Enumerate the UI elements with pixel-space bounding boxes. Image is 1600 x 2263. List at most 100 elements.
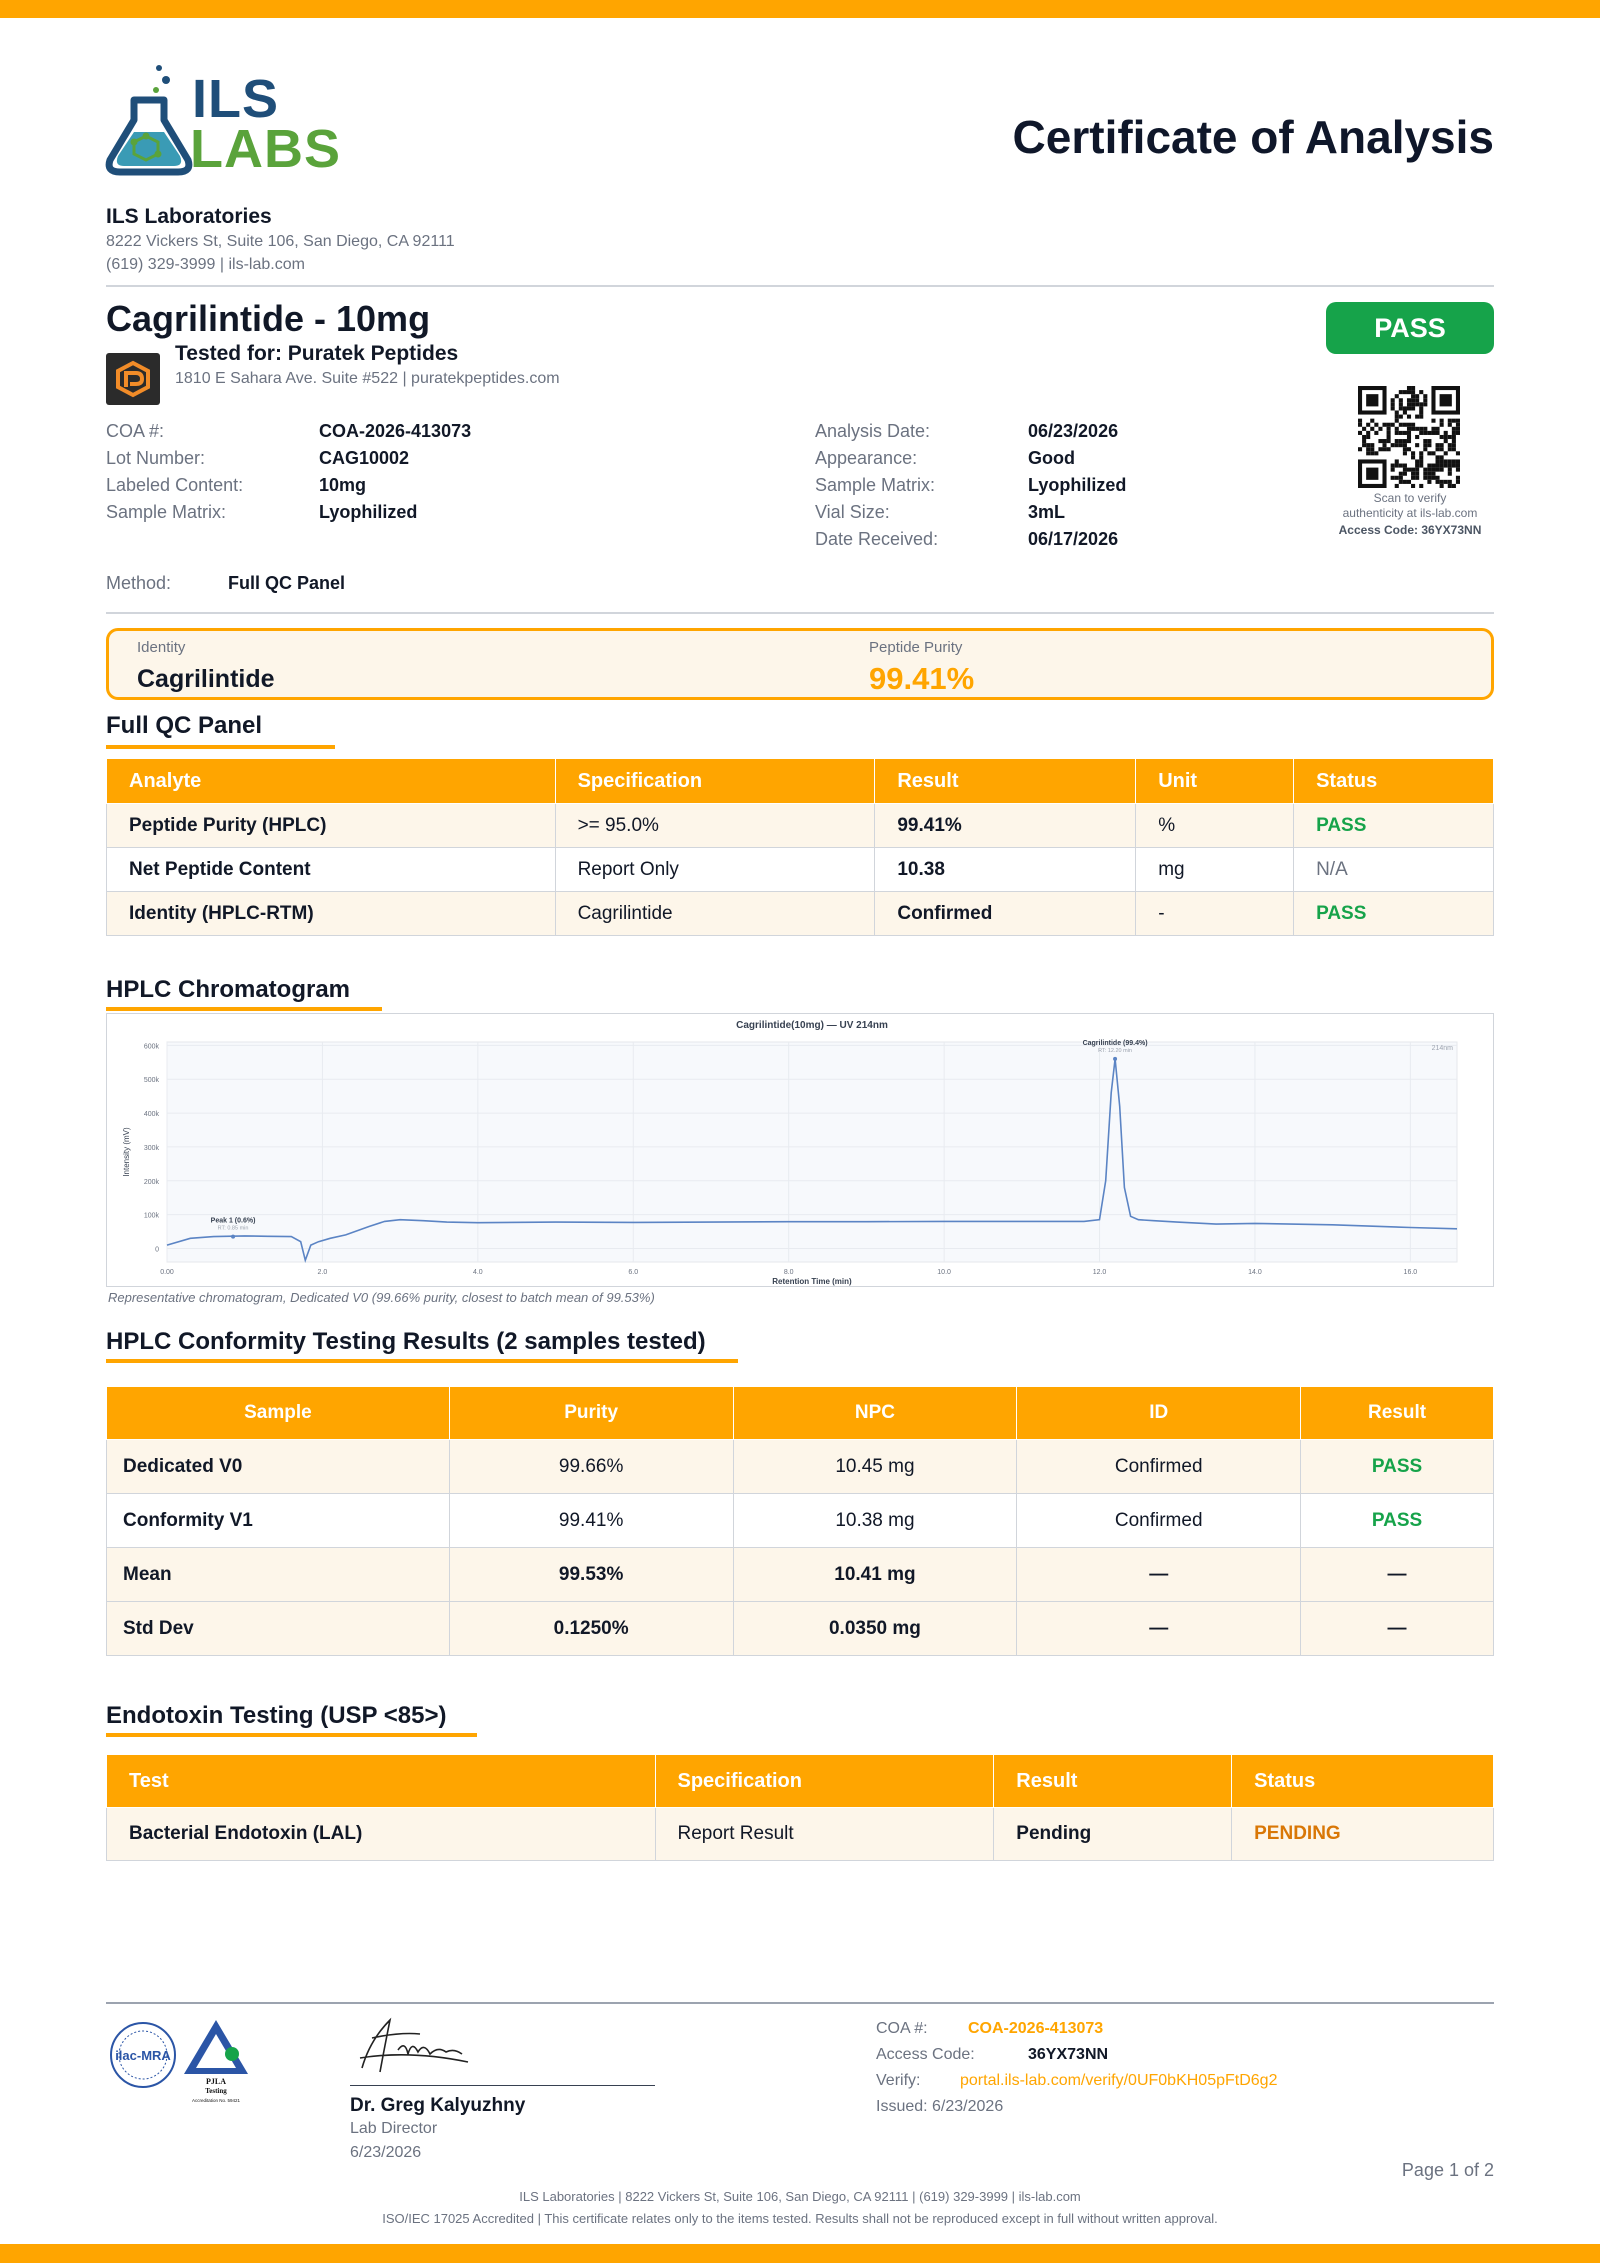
col-test: Test — [106, 1754, 656, 1808]
x-tick-label: 8.0 — [784, 1269, 794, 1276]
verify-link[interactable]: portal.ils-lab.com/verify/0UF0bKH05pFtD6… — [960, 2072, 1277, 2090]
certificate-title: Certificate of Analysis — [1012, 111, 1494, 163]
result-cell: 10.38 — [874, 847, 1137, 892]
tested-for: Tested for: Puratek Peptides — [175, 342, 459, 365]
qr-code-icon[interactable] — [1358, 386, 1460, 488]
analysis-date-value: 06/23/2026 — [1028, 421, 1119, 441]
x-tick-label: 2.0 — [318, 1269, 328, 1276]
chromatogram-frame: 0.00 2.0 4.0 6.0 8.0 10.0 12.0 14.0 16.0 0 100k 200… — [106, 1013, 1494, 1287]
peak-rt-label: RT: 12.20 min — [1098, 1048, 1132, 1054]
coa-number-value: COA-2026-413073 — [319, 421, 472, 441]
table-header-row: Test Specification Result Status — [106, 1754, 1494, 1808]
spec-cell: >= 95.0% — [554, 803, 876, 848]
chart-corner-label: 214nm — [1432, 1045, 1454, 1052]
purity-cell: 99.53% — [448, 1547, 734, 1602]
footer-access-value: 36YX73NN — [1028, 2046, 1109, 2063]
footer-disclaimer: ISO/IEC 17025 Accredited | This certific… — [382, 2211, 1218, 2226]
footer-coa-label: COA #: — [876, 2020, 928, 2037]
col-specification: Specification — [654, 1754, 995, 1808]
id-cell: Confirmed — [1016, 1439, 1302, 1494]
table-row: Bacterial Endotoxin (LAL) Report Result … — [106, 1807, 1494, 1861]
table-row: Conformity V1 99.41% 10.38 mg Confirmed … — [106, 1493, 1494, 1548]
method-value: Full QC Panel — [228, 573, 346, 593]
purity-cell: 99.41% — [448, 1493, 734, 1548]
identity-value: Cagrilintide — [137, 665, 275, 693]
labeled-content-value: 10mg — [319, 475, 367, 495]
overall-status-badge: PASS — [1326, 302, 1494, 354]
qc-panel-underline — [106, 745, 335, 749]
lot-number-value: CAG10002 — [319, 448, 410, 468]
status-cell: PASS — [1293, 891, 1494, 936]
purity-label: Peptide Purity — [869, 639, 963, 656]
qr-caption-1: Scan to verify — [1373, 491, 1447, 505]
table-row: Std Dev 0.1250% 0.0350 mg — — — [106, 1601, 1494, 1656]
y-tick-label: 0 — [155, 1246, 159, 1253]
npc-cell: 10.41 mg — [732, 1547, 1018, 1602]
status-cell: PENDING — [1231, 1807, 1494, 1861]
footer-coa-value: COA-2026-413073 — [968, 2020, 1104, 2037]
labeled-content-label: Labeled Content: — [106, 475, 244, 495]
col-specification: Specification — [554, 758, 876, 804]
unit-cell: % — [1135, 803, 1295, 848]
peak-marker — [231, 1234, 236, 1239]
y-tick-label: 500k — [144, 1077, 160, 1084]
purity-value: 99.41% — [869, 661, 975, 696]
id-cell: Confirmed — [1016, 1493, 1302, 1548]
y-tick-label: 400k — [144, 1111, 160, 1118]
signature-image — [359, 2017, 469, 2073]
x-tick-label: 12.0 — [1093, 1269, 1107, 1276]
top-accent-bar — [0, 0, 1600, 18]
coa-number-label: COA #: — [106, 421, 165, 441]
result-cell: PASS — [1300, 1493, 1494, 1548]
conformity-underline — [106, 1359, 738, 1363]
unit-cell: mg — [1135, 847, 1295, 892]
conformity-title: HPLC Conformity Testing Results (2 sampl… — [106, 1328, 706, 1355]
qc-panel-table: Analyte Specification Result Unit Status… — [106, 758, 1494, 936]
date-received-value: 06/17/2026 — [1028, 529, 1119, 549]
status-cell: PASS — [1293, 803, 1494, 848]
npc-cell: 10.45 mg — [732, 1439, 1018, 1494]
ilac-mra-text: ilac-MRA — [115, 2048, 171, 2063]
date-received-label: Date Received: — [815, 529, 939, 549]
col-sample: Sample — [106, 1386, 450, 1440]
x-tick-label: 4.0 — [473, 1269, 483, 1276]
x-axis-label: Retention Time (min) — [772, 1277, 852, 1286]
y-tick-label: 100k — [144, 1213, 160, 1220]
qr-access-code: Access Code: 36YX73NN — [1338, 523, 1482, 537]
table-row: Dedicated V0 99.66% 10.45 mg Confirmed P… — [106, 1439, 1494, 1494]
pjla-testing-text: Testing — [205, 2087, 227, 2095]
npc-cell: 0.0350 mg — [732, 1601, 1018, 1656]
peak-rt-label: RT: 0.85 min — [218, 1226, 249, 1232]
lab-contact: (619) 329-3999 | ils-lab.com — [106, 256, 305, 273]
pjla-text: PJLA — [206, 2077, 226, 2086]
unit-cell: - — [1135, 891, 1295, 936]
lab-address: 8222 Vickers St, Suite 106, San Diego, C… — [106, 233, 455, 250]
table-header-row: Analyte Specification Result Unit Status — [106, 758, 1494, 804]
purity-cell: 0.1250% — [448, 1601, 734, 1656]
x-tick-label: 6.0 — [628, 1269, 638, 1276]
id-cell: — — [1016, 1601, 1302, 1656]
sample-matrix-right-value: Lyophilized — [1028, 475, 1127, 495]
table-row: Peptide Purity (HPLC) >= 95.0% 99.41% % … — [106, 803, 1494, 848]
col-result: Result — [1300, 1386, 1494, 1440]
method-label: Method: — [106, 573, 172, 593]
signer-date: 6/23/2026 — [350, 2144, 422, 2161]
test-cell: Bacterial Endotoxin (LAL) — [106, 1807, 656, 1861]
col-unit: Unit — [1135, 758, 1295, 804]
col-result: Result — [993, 1754, 1233, 1808]
logo-text-ils: ILS — [192, 69, 280, 129]
status-cell: N/A — [1293, 847, 1494, 892]
conformity-table: Sample Purity NPC ID Result Dedicated V0… — [106, 1386, 1494, 1656]
vial-size-label: Vial Size: — [815, 502, 890, 522]
result-cell: 99.41% — [874, 803, 1137, 848]
peak-label: Cagrilintide (99.4%) — [1083, 1040, 1148, 1047]
result-cell: — — [1300, 1601, 1494, 1656]
signer-title: Lab Director — [350, 2120, 438, 2137]
result-cell: PASS — [1300, 1439, 1494, 1494]
analyte-cell: Peptide Purity (HPLC) — [106, 803, 556, 848]
lot-number-label: Lot Number: — [106, 448, 206, 468]
spec-cell: Cagrilintide — [554, 891, 876, 936]
table-header-row: Sample Purity NPC ID Result — [106, 1386, 1494, 1440]
table-row: Mean 99.53% 10.41 mg — — — [106, 1547, 1494, 1602]
vial-size-value: 3mL — [1028, 502, 1066, 522]
